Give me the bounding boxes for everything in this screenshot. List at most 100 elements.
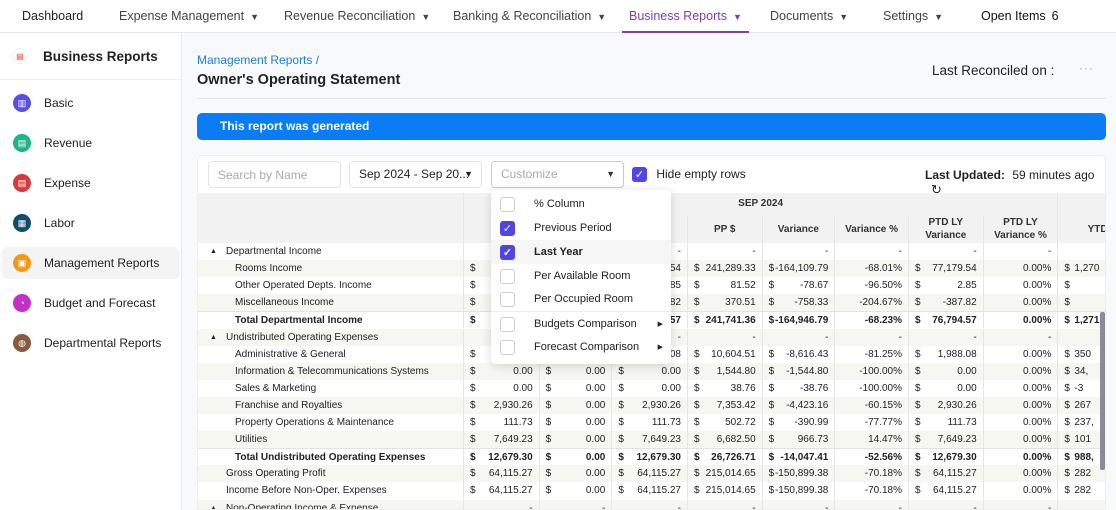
customize-option-previous-period[interactable]: ✓ Previous Period xyxy=(491,216,671,240)
collapse-toggle-icon[interactable]: ▲ xyxy=(210,500,217,510)
sidebar-item-labor[interactable]: ▦ Labor xyxy=(2,207,180,239)
sidebar-item-budget-and-forecast[interactable]: ◔ Budget and Forecast xyxy=(2,287,180,319)
cell-value: - xyxy=(677,246,681,257)
table-cell: $76,794.57 xyxy=(909,312,984,329)
customize-select[interactable]: Customize ▼ xyxy=(491,161,624,188)
table-cell: - xyxy=(688,243,763,260)
table-cell: 0.00% xyxy=(984,465,1059,483)
cell-value: 76,794.57 xyxy=(932,315,977,327)
nav-label: Settings xyxy=(883,9,929,23)
nav-settings[interactable]: Settings ▼ xyxy=(883,0,943,33)
sidebar-item-management-reports[interactable]: ▣ Management Reports xyxy=(2,247,180,279)
cell-value: 350 xyxy=(1074,348,1092,360)
nav-banking-reconciliation[interactable]: Banking & Reconciliation ▼ xyxy=(453,0,606,33)
row-label-text: Information & Telecommunications Systems xyxy=(235,365,429,377)
table-scrollbar[interactable] xyxy=(1100,312,1105,470)
column-header[interactable]: PTD LY Variance xyxy=(908,215,984,243)
customize-option-per-occupied-room[interactable]: Per Occupied Room xyxy=(491,287,671,311)
customize-option-budgets-comparison[interactable]: Budgets Comparison ▶ xyxy=(491,312,671,336)
nav-dashboard[interactable]: Dashboard xyxy=(22,0,83,33)
sidebar-item-expense[interactable]: ▤ Expense xyxy=(2,167,180,199)
cell-value: 57 xyxy=(669,315,681,327)
chevron-down-icon: ▼ xyxy=(732,12,742,22)
more-options-icon[interactable]: ··· xyxy=(1079,61,1094,75)
table-cell: -70.18% xyxy=(835,465,910,483)
collapse-toggle-icon[interactable]: ▲ xyxy=(210,243,217,260)
customize-option-per-available-room[interactable]: Per Available Room xyxy=(491,264,671,288)
customize-option-last-year[interactable]: ✓ Last Year xyxy=(491,240,671,264)
cell-value: 85 xyxy=(669,280,681,292)
checkbox-icon[interactable] xyxy=(500,196,515,212)
cell-value: 0.00 xyxy=(585,468,606,480)
table-cell: -68.23% xyxy=(835,312,910,329)
table-cell: $2,930.26 xyxy=(464,396,540,414)
table-row: Gross Operating Profit $64,115.27 $0.00 $64… xyxy=(198,465,1105,483)
cell-value: 111.73 xyxy=(503,417,533,428)
row-label: ▲ Non-Operating Income & Expense xyxy=(198,499,464,510)
table-cell: $81.52 xyxy=(688,277,763,295)
search-input[interactable] xyxy=(208,161,341,188)
nav-open-items[interactable]: Open Items 6 xyxy=(981,0,1059,33)
checkbox-icon[interactable] xyxy=(500,339,515,355)
currency-symbol: $ xyxy=(694,263,700,275)
column-header[interactable]: Variance % xyxy=(835,215,909,243)
checkbox-icon[interactable] xyxy=(500,316,515,332)
sidebar-item-departmental-reports[interactable]: ◍ Departmental Reports xyxy=(2,327,180,359)
chevron-right-icon: ▶ xyxy=(657,344,663,351)
table-cell: $10,604.51 xyxy=(688,345,763,363)
cell-value: 77,179.54 xyxy=(932,263,977,275)
nav-documents[interactable]: Documents ▼ xyxy=(770,0,848,33)
checkbox-checked-icon[interactable]: ✓ xyxy=(632,167,647,183)
table-cell: - xyxy=(763,243,836,260)
business-reports-logo-icon: ▤ xyxy=(12,48,28,64)
currency-symbol: $ xyxy=(915,263,921,275)
currency-symbol: $ xyxy=(768,263,775,275)
customize-option-column[interactable]: % Column xyxy=(491,192,671,216)
sidebar-item-revenue[interactable]: ▤ Revenue xyxy=(2,127,180,159)
table-cell: -68.01% xyxy=(835,260,910,278)
currency-symbol: $ xyxy=(768,399,775,411)
customize-option-forecast-comparison[interactable]: Forecast Comparison ▶ xyxy=(491,335,671,359)
table-cell: - xyxy=(835,243,910,260)
column-header[interactable]: PP $ xyxy=(687,215,763,243)
table-cell: $64,115.27 xyxy=(612,482,688,500)
checkbox-checked-icon[interactable]: ✓ xyxy=(500,220,515,236)
currency-symbol: $ xyxy=(469,297,476,309)
nav-revenue-reconciliation[interactable]: Revenue Reconciliation ▼ xyxy=(284,0,430,33)
column-header[interactable]: YTD xyxy=(1058,215,1105,243)
breadcrumb[interactable]: Management Reports / xyxy=(197,53,319,67)
row-label-text: Undistributed Operating Expenses xyxy=(226,331,379,343)
cell-value: 82 xyxy=(669,297,681,309)
row-label-text: Property Operations & Maintenance xyxy=(235,417,394,428)
cell-value: 111.73 xyxy=(651,417,681,428)
cell-value: - xyxy=(898,331,903,343)
cell-value: 111.73 xyxy=(947,417,977,428)
table-cell: $237, xyxy=(1058,414,1105,431)
last-updated-value: 59 minutes ago xyxy=(1012,168,1095,182)
table-cell: $0.00 xyxy=(540,414,613,431)
sidebar-item-label: Management Reports xyxy=(44,256,160,270)
table-cell: $64,115.27 xyxy=(909,482,984,500)
table-cell: - xyxy=(612,499,688,509)
column-header[interactable]: PTD LY Variance % xyxy=(983,215,1059,243)
collapse-toggle-icon[interactable]: ▲ xyxy=(210,329,217,346)
checkbox-icon[interactable] xyxy=(500,268,515,284)
cell-value: 0.00% xyxy=(1023,315,1052,327)
checkbox-checked-icon[interactable]: ✓ xyxy=(500,244,515,260)
table-cell: - xyxy=(909,243,984,260)
table-cell: $ -150,899.38 xyxy=(763,482,836,500)
nav-expense-management[interactable]: Expense Management ▼ xyxy=(119,0,259,33)
row-label-text: Non-Operating Income & Expense xyxy=(226,502,379,510)
column-header[interactable]: Variance xyxy=(762,215,836,243)
period-select[interactable]: Sep 2024 - Sep 20... ▼ xyxy=(349,161,482,188)
cell-value: -14,047.41 xyxy=(780,452,829,464)
nav-business-reports[interactable]: Business Reports ▼ xyxy=(622,0,749,33)
table-cell: - xyxy=(909,499,984,509)
table-cell: $ -8,616.43 xyxy=(763,345,836,363)
checkbox-icon[interactable] xyxy=(500,291,515,307)
cell-value: 0.00% xyxy=(1023,399,1052,411)
hide-empty-rows-toggle[interactable]: ✓ Hide empty rows xyxy=(632,167,746,183)
option-label: Previous Period xyxy=(534,222,612,234)
cell-value: 7,649.23 xyxy=(642,434,681,446)
sidebar-item-basic[interactable]: ▥ Basic xyxy=(2,87,180,119)
